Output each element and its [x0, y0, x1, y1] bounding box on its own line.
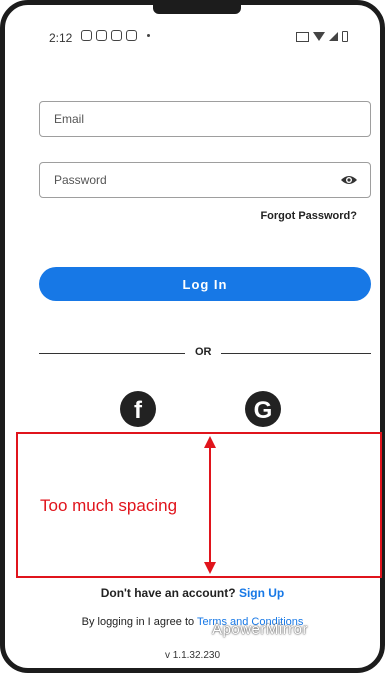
password-placeholder: Password [54, 173, 107, 187]
cast-icon [296, 31, 309, 42]
apowermirror-watermark: ApowerMirror [212, 621, 309, 638]
google-icon: G [254, 397, 273, 424]
email-placeholder: Email [54, 112, 85, 126]
instagram-icon [126, 30, 137, 41]
app-version: v 1.1.32.230 [164, 650, 221, 661]
instagram-icon [96, 30, 107, 41]
facebook-login-button[interactable]: f [120, 391, 156, 427]
instagram-icon [111, 30, 122, 41]
system-icons [296, 31, 348, 42]
email-input[interactable]: Email [39, 101, 371, 137]
battery-icon [342, 31, 348, 42]
status-bar: 2:12 [5, 5, 380, 45]
google-login-button[interactable]: G [245, 391, 281, 427]
annotation-text: Too much spacing [40, 496, 178, 515]
sign-up-link[interactable]: Sign Up [239, 586, 284, 600]
signal-icon [329, 32, 338, 41]
signup-row: Don't have an account? Sign Up [5, 586, 380, 600]
notification-icons [81, 30, 150, 41]
more-notifications-icon [147, 34, 150, 37]
terms-row: By logging in I agree to Terms and Condi… [5, 616, 380, 628]
or-divider: OR [39, 346, 371, 360]
forgot-password-link[interactable]: Forgot Password? [260, 210, 357, 222]
arrow-down-icon [204, 562, 216, 574]
eye-icon[interactable] [340, 174, 358, 186]
login-button[interactable]: Log In [39, 267, 371, 301]
google-glyph: G [254, 397, 273, 424]
terms-prefix: By logging in I agree to [81, 616, 195, 628]
notification-app-icon [81, 30, 92, 41]
annotation-arrow-line [209, 446, 211, 562]
wifi-icon [313, 32, 325, 41]
password-input[interactable]: Password [39, 162, 371, 198]
status-time: 2:12 [49, 31, 73, 45]
divider-line-left [39, 353, 185, 354]
or-text: OR [195, 346, 212, 358]
facebook-glyph: f [134, 397, 143, 424]
no-account-text: Don't have an account? [100, 586, 236, 600]
divider-line-right [221, 353, 371, 354]
facebook-icon: f [134, 397, 143, 424]
